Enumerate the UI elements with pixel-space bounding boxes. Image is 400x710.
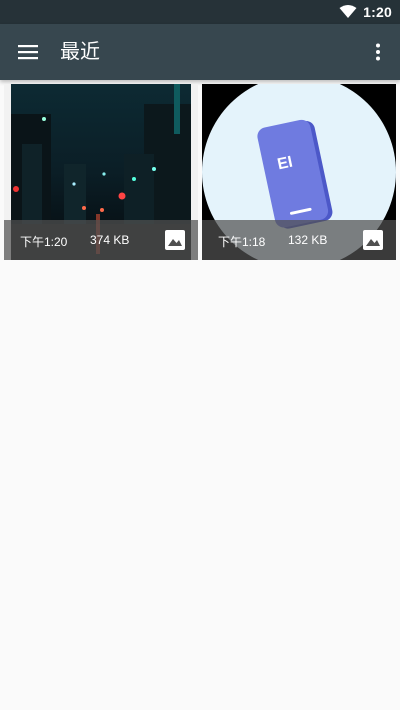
file-size: 374 KB	[90, 233, 130, 247]
recent-files-grid: 下午1:20 374 KB EI 下午1:18 132 KB	[4, 84, 396, 260]
file-info-bar: 下午1:18 132 KB	[202, 220, 396, 260]
page-title: 最近	[60, 41, 100, 63]
file-date: 下午1:18	[218, 235, 266, 249]
file-date: 下午1:20	[20, 235, 68, 249]
menu-icon	[18, 45, 38, 60]
image-icon	[363, 230, 383, 250]
more-vert-icon	[376, 43, 380, 61]
status-time: 1:20	[363, 4, 392, 20]
wifi-icon	[339, 5, 357, 18]
file-thumbnail[interactable]: EI 下午1:18 132 KB	[202, 84, 396, 260]
app-bar: 最近	[0, 24, 400, 80]
menu-button[interactable]	[8, 32, 48, 72]
file-thumbnail[interactable]: 下午1:20 374 KB	[4, 84, 198, 260]
more-options-button[interactable]	[362, 32, 394, 72]
file-size: 132 KB	[288, 233, 328, 247]
file-info-bar: 下午1:20 374 KB	[4, 220, 198, 260]
image-icon	[165, 230, 185, 250]
status-bar: 1:20	[0, 0, 400, 24]
